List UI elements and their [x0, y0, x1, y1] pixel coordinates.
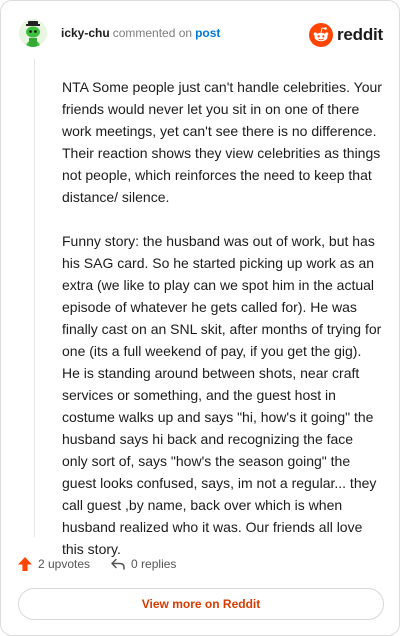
comment-body: NTA Some people just can't handle celebr… — [62, 76, 382, 582]
reply-count: 0 replies — [131, 557, 177, 571]
view-more-on-reddit-button[interactable]: View more on Reddit — [18, 588, 384, 620]
comment-paragraph: NTA Some people just can't handle celebr… — [62, 79, 382, 205]
reddit-snoo-icon — [308, 23, 333, 47]
comment-paragraph: Funny story: the husband was out of work… — [62, 233, 382, 557]
upvote-arrow-icon — [18, 557, 32, 571]
reply-button[interactable]: 0 replies — [110, 556, 176, 572]
comment-header: icky-chu commented on post reddit — [19, 19, 383, 55]
reply-arrow-icon — [111, 558, 125, 570]
comment-meta: icky-chu commented on post — [61, 26, 220, 40]
upvote-button[interactable]: 2 upvotes — [17, 556, 90, 572]
comment-embed-card: icky-chu commented on post reddit NTA Some… — [0, 0, 400, 636]
commented-on-text: commented on — [112, 26, 193, 40]
thread-line[interactable] — [34, 59, 35, 537]
snoo-avatar-icon — [19, 19, 47, 47]
reddit-wordmark: reddit — [336, 25, 383, 44]
user-avatar[interactable] — [19, 19, 47, 47]
post-link[interactable]: post — [195, 26, 220, 40]
reddit-logo[interactable]: reddit — [308, 22, 383, 48]
username-link[interactable]: icky-chu — [61, 26, 110, 40]
upvote-count: 2 upvotes — [38, 557, 91, 571]
comment-actions: 2 upvotes 0 replies — [17, 552, 196, 576]
